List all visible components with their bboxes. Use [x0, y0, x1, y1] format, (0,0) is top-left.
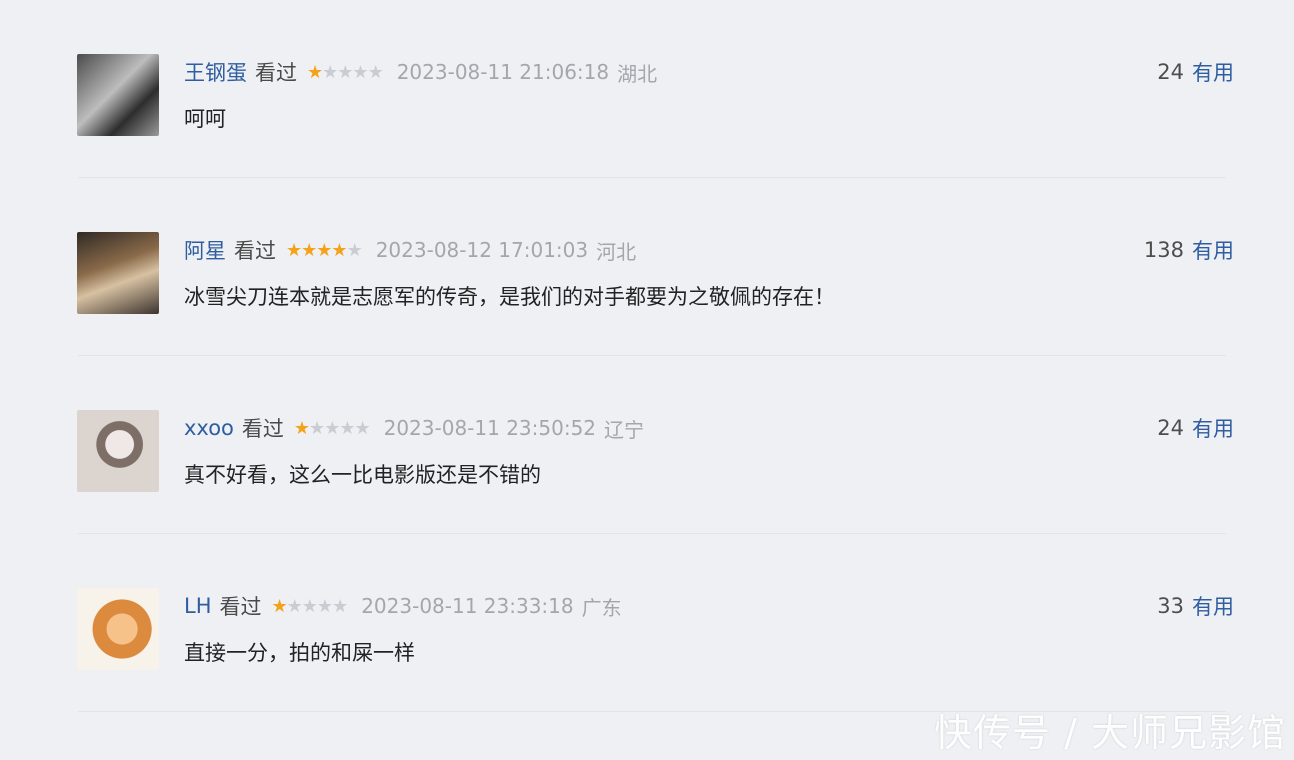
- rating-stars: ★ ★ ★ ★ ★: [286, 239, 363, 261]
- rating-stars: ★ ★ ★ ★ ★: [293, 417, 371, 439]
- comment-region: 辽宁: [604, 417, 645, 442]
- username-link[interactable]: LH: [184, 594, 212, 618]
- avatar[interactable]: [77, 410, 159, 492]
- comment-item: 阿星 看过 ★ ★ ★ ★ ★ 2023-08-12 17:01:03 河北 138 有…: [0, 178, 1294, 356]
- avatar[interactable]: [77, 232, 159, 314]
- comment-text: 直接一分，拍的和屎一样: [184, 641, 415, 665]
- useful-count: 33: [1157, 594, 1184, 618]
- useful-vote[interactable]: 138 有用: [1144, 236, 1234, 264]
- comment-meta: 阿星 看过 ★ ★ ★ ★ ★ 2023-08-12 17:01:03 河北: [184, 236, 636, 264]
- useful-vote[interactable]: 24 有用: [1157, 414, 1234, 442]
- star-empty-icon: ★: [332, 595, 348, 617]
- comment-item: 王钢蛋 看过 ★ ★ ★ ★ ★ 2023-08-11 21:06:18 湖北 24 有…: [0, 0, 1294, 178]
- watch-status: 看过: [255, 61, 297, 85]
- star-filled-icon: ★: [316, 239, 332, 261]
- useful-count: 24: [1157, 416, 1184, 440]
- star-filled-icon: ★: [331, 239, 347, 261]
- star-filled-icon: ★: [271, 595, 288, 617]
- comment-meta: LH 看过 ★ ★ ★ ★ ★ 2023-08-11 23:33:18 广东: [184, 592, 622, 620]
- comment-timestamp: 2023-08-11 23:50:52: [383, 416, 597, 440]
- star-empty-icon: ★: [286, 595, 303, 617]
- useful-vote[interactable]: 33 有用: [1157, 592, 1234, 620]
- comment-timestamp: 2023-08-11 23:33:18: [361, 594, 574, 618]
- avatar[interactable]: [77, 54, 159, 136]
- comment-text: 呵呵: [184, 107, 226, 131]
- useful-count: 138: [1143, 238, 1184, 262]
- star-empty-icon: ★: [339, 417, 355, 439]
- watch-status: 看过: [234, 239, 276, 263]
- star-empty-icon: ★: [367, 61, 384, 83]
- comment-item: xxoo 看过 ★ ★ ★ ★ ★ 2023-08-11 23:50:52 辽宁 24 …: [0, 356, 1294, 534]
- useful-button[interactable]: 有用: [1192, 591, 1234, 621]
- rating-stars: ★ ★ ★ ★ ★: [307, 61, 384, 83]
- useful-count: 24: [1157, 60, 1184, 84]
- comment-text: 冰雪尖刀连本就是志愿军的传奇，是我们的对手都要为之敬佩的存在！: [184, 285, 835, 309]
- star-empty-icon: ★: [301, 595, 318, 617]
- comment-region: 广东: [581, 595, 622, 620]
- star-filled-icon: ★: [293, 417, 310, 439]
- star-empty-icon: ★: [324, 417, 340, 439]
- comment-region: 湖北: [617, 61, 658, 86]
- watch-status: 看过: [241, 417, 284, 441]
- avatar[interactable]: [77, 588, 159, 670]
- watch-status: 看过: [219, 595, 262, 619]
- useful-button[interactable]: 有用: [1192, 413, 1234, 443]
- comment-timestamp: 2023-08-11 21:06:18: [396, 60, 610, 84]
- comment-timestamp: 2023-08-12 17:01:03: [375, 238, 589, 262]
- rating-stars: ★ ★ ★ ★ ★: [271, 595, 349, 617]
- star-empty-icon: ★: [309, 417, 325, 439]
- username-link[interactable]: 王钢蛋: [184, 57, 247, 87]
- star-empty-icon: ★: [316, 595, 333, 617]
- comment-text: 真不好看，这么一比电影版还是不错的: [184, 463, 541, 487]
- star-empty-icon: ★: [322, 61, 338, 83]
- useful-button[interactable]: 有用: [1192, 57, 1234, 87]
- watermark: 快传号 / 大师兄影馆: [934, 711, 1286, 755]
- useful-button[interactable]: 有用: [1192, 235, 1234, 265]
- username-link[interactable]: xxoo: [184, 416, 234, 440]
- username-link[interactable]: 阿星: [184, 235, 226, 265]
- star-empty-icon: ★: [354, 417, 370, 439]
- comment-item: LH 看过 ★ ★ ★ ★ ★ 2023-08-11 23:33:18 广东 33 有用…: [0, 534, 1294, 712]
- star-filled-icon: ★: [301, 239, 317, 261]
- star-filled-icon: ★: [286, 239, 302, 261]
- star-filled-icon: ★: [307, 61, 323, 83]
- star-empty-icon: ★: [352, 61, 368, 83]
- comment-region: 河北: [596, 239, 637, 264]
- useful-vote[interactable]: 24 有用: [1157, 58, 1234, 86]
- comment-meta: xxoo 看过 ★ ★ ★ ★ ★ 2023-08-11 23:50:52 辽宁: [184, 414, 644, 442]
- star-empty-icon: ★: [337, 61, 353, 83]
- comment-meta: 王钢蛋 看过 ★ ★ ★ ★ ★ 2023-08-11 21:06:18 湖北: [184, 58, 657, 86]
- star-empty-icon: ★: [346, 239, 363, 261]
